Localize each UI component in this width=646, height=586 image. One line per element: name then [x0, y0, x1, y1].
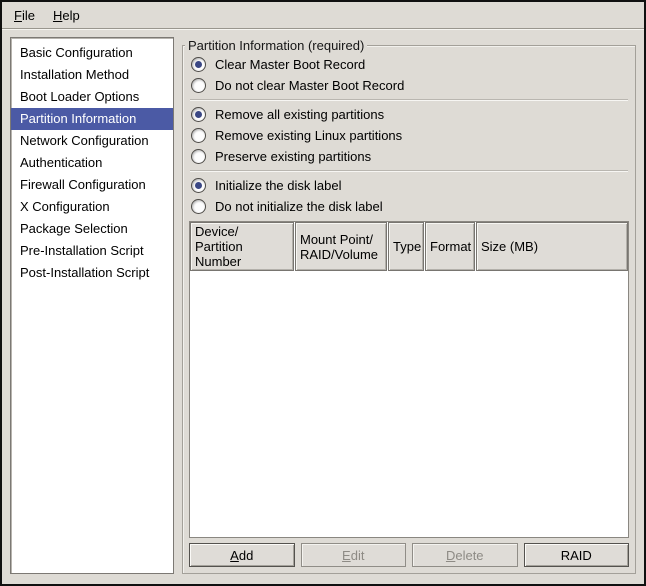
radio-selected-icon[interactable] [191, 57, 206, 72]
menu-file[interactable]: File [5, 5, 44, 26]
column-header-device[interactable]: Device/ Partition Number [190, 222, 294, 271]
radio-unselected-icon[interactable] [191, 149, 206, 164]
radio-label: Clear Master Boot Record [215, 57, 365, 72]
radio-remove-linux-partitions[interactable]: Remove existing Linux partitions [189, 125, 629, 146]
radio-unselected-icon[interactable] [191, 78, 206, 93]
kickstart-configurator-window: File Help Basic Configuration Installati… [0, 0, 646, 586]
radio-clear-mbr[interactable]: Clear Master Boot Record [189, 54, 629, 75]
radio-label: Do not clear Master Boot Record [215, 78, 404, 93]
menubar: File Help [2, 2, 644, 29]
sidebar-item-x-configuration[interactable]: X Configuration [11, 196, 173, 218]
radio-label: Remove all existing partitions [215, 107, 384, 122]
radio-initialize-disk-label[interactable]: Initialize the disk label [189, 175, 629, 196]
sidebar-item-network-configuration[interactable]: Network Configuration [11, 130, 173, 152]
radio-label: Initialize the disk label [215, 178, 341, 193]
radio-preserve-partitions[interactable]: Preserve existing partitions [189, 146, 629, 167]
sidebar-item-post-installation-script[interactable]: Post-Installation Script [11, 262, 173, 284]
radio-unselected-icon[interactable] [191, 199, 206, 214]
sidebar-item-installation-method[interactable]: Installation Method [11, 64, 173, 86]
add-button[interactable]: Add [189, 543, 295, 567]
radio-label: Remove existing Linux partitions [215, 128, 402, 143]
section-list: Basic Configuration Installation Method … [10, 37, 174, 574]
radio-unselected-icon[interactable] [191, 128, 206, 143]
menu-help[interactable]: Help [44, 5, 89, 26]
main-content: Basic Configuration Installation Method … [2, 29, 644, 584]
partition-table-body[interactable] [190, 271, 628, 537]
raid-button[interactable]: RAID [524, 543, 630, 567]
sidebar-item-authentication[interactable]: Authentication [11, 152, 173, 174]
sidebar-item-partition-information[interactable]: Partition Information [11, 108, 173, 130]
delete-button[interactable]: Delete [412, 543, 518, 567]
partition-information-frame: Partition Information (required) Clear M… [182, 45, 636, 574]
sidebar-item-package-selection[interactable]: Package Selection [11, 218, 173, 240]
partition-table-header: Device/ Partition Number Mount Point/ RA… [190, 222, 628, 271]
radio-selected-icon[interactable] [191, 178, 206, 193]
column-header-type[interactable]: Type [388, 222, 424, 271]
radio-remove-all-partitions[interactable]: Remove all existing partitions [189, 104, 629, 125]
table-actions: Add Edit Delete RAID [189, 543, 629, 567]
radio-label: Preserve existing partitions [215, 149, 371, 164]
column-header-size[interactable]: Size (MB) [476, 222, 628, 271]
separator [190, 99, 628, 101]
column-header-format[interactable]: Format [425, 222, 475, 271]
column-header-mount-point[interactable]: Mount Point/ RAID/Volume [295, 222, 387, 271]
edit-button[interactable]: Edit [301, 543, 407, 567]
sidebar-item-firewall-configuration[interactable]: Firewall Configuration [11, 174, 173, 196]
frame-title: Partition Information (required) [185, 37, 367, 54]
separator [190, 170, 628, 172]
radio-selected-icon[interactable] [191, 107, 206, 122]
sidebar-item-pre-installation-script[interactable]: Pre-Installation Script [11, 240, 173, 262]
sidebar-item-basic-configuration[interactable]: Basic Configuration [11, 42, 173, 64]
radio-label: Do not initialize the disk label [215, 199, 383, 214]
sidebar-item-boot-loader-options[interactable]: Boot Loader Options [11, 86, 173, 108]
partition-table: Device/ Partition Number Mount Point/ RA… [189, 221, 629, 538]
radio-do-not-clear-mbr[interactable]: Do not clear Master Boot Record [189, 75, 629, 96]
radio-do-not-initialize-disk-label[interactable]: Do not initialize the disk label [189, 196, 629, 217]
